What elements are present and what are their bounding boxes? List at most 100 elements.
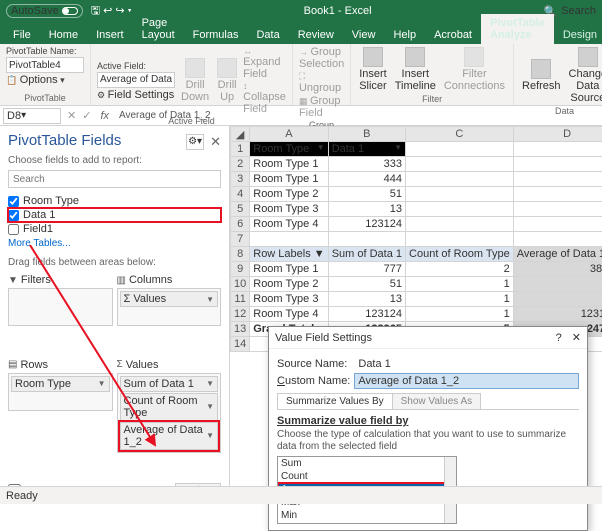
tab-show-values-as[interactable]: Show Values As — [392, 393, 482, 409]
change-data-source-button[interactable]: Change Data Source — [567, 46, 602, 105]
autosave-toggle[interactable]: AutoSave — [6, 4, 83, 18]
cell[interactable]: 123124 — [328, 307, 405, 322]
tab-view[interactable]: View — [343, 26, 385, 44]
pivot-header-cell[interactable]: Sum of Data 1 — [328, 247, 405, 262]
cell[interactable]: Room Type 3 — [250, 292, 328, 307]
list-option[interactable]: Min — [278, 509, 456, 522]
row-header[interactable]: 14 — [231, 337, 250, 352]
values-chip-count[interactable]: Count of Room Type▼ — [120, 393, 219, 421]
insert-slicer-button[interactable]: Insert Slicer — [357, 46, 389, 93]
values-area[interactable]: Sum of Data 1▼ Count of Room Type▼ Avera… — [117, 373, 222, 453]
cell[interactable]: Room Type 4 — [250, 307, 328, 322]
field-room-type[interactable]: Room Type — [8, 194, 221, 208]
enter-icon[interactable]: ✓ — [79, 109, 94, 122]
row-header[interactable]: 9 — [231, 262, 250, 277]
cell[interactable]: 333 — [328, 157, 405, 172]
list-option[interactable]: Count — [278, 470, 456, 483]
select-all-corner[interactable]: ◢ — [231, 127, 250, 142]
col-header-a[interactable]: A — [250, 127, 328, 142]
cell[interactable]: Room Type 2 — [250, 187, 328, 202]
cell[interactable]: 123124 — [513, 307, 602, 322]
fx-icon[interactable]: fx — [94, 110, 115, 122]
active-field-input[interactable] — [97, 72, 175, 88]
col-header-c[interactable]: C — [406, 127, 514, 142]
cell[interactable]: Room Type 1 — [250, 172, 328, 187]
cancel-icon[interactable]: ✕ — [64, 109, 79, 122]
formula-value[interactable]: Average of Data 1_2 — [115, 110, 602, 121]
row-header[interactable]: 2 — [231, 157, 250, 172]
pivot-header-cell[interactable]: Average of Data 1_2 — [513, 247, 602, 262]
row-header[interactable]: 1 — [231, 142, 250, 157]
cell[interactable]: Room Type 2 — [250, 277, 328, 292]
cell[interactable]: Room Type▼ — [250, 142, 328, 157]
row-header[interactable]: 12 — [231, 307, 250, 322]
tab-pivottable-analyze[interactable]: PivotTable Analyze — [481, 14, 554, 44]
row-header[interactable]: 4 — [231, 187, 250, 202]
tab-acrobat[interactable]: Acrobat — [425, 26, 481, 44]
cell[interactable]: 388.5 — [513, 262, 602, 277]
name-box[interactable]: D8 ▾ — [3, 108, 61, 124]
pane-tools-button[interactable]: ⚙▾ — [186, 134, 204, 150]
tab-file[interactable]: File — [4, 26, 40, 44]
field-settings-button[interactable]: ⚙ Field Settings — [97, 89, 175, 101]
tab-design[interactable]: Design — [554, 26, 602, 44]
cell[interactable]: 777 — [328, 262, 405, 277]
refresh-button[interactable]: Refresh — [520, 58, 563, 93]
row-header[interactable]: 7 — [231, 232, 250, 247]
cell[interactable]: 1 — [406, 292, 514, 307]
row-header[interactable]: 6 — [231, 217, 250, 232]
quick-access-toolbar[interactable]: 🖫 ↩ ↪ ▾ — [91, 2, 132, 21]
cell[interactable]: 51 — [328, 187, 405, 202]
field-search-input[interactable] — [8, 170, 221, 188]
tab-home[interactable]: Home — [40, 26, 87, 44]
tab-help[interactable]: Help — [384, 26, 425, 44]
cell[interactable]: Room Type 3 — [250, 202, 328, 217]
row-header[interactable]: 10 — [231, 277, 250, 292]
cell[interactable]: 444 — [328, 172, 405, 187]
list-option[interactable]: Product — [278, 522, 456, 524]
values-chip-average[interactable]: Average of Data 1_2▼ — [120, 422, 219, 450]
cell[interactable]: 1 — [406, 307, 514, 322]
pivot-header-cell[interactable]: Count of Room Type — [406, 247, 514, 262]
cell[interactable]: 123124 — [328, 217, 405, 232]
cell[interactable]: 1 — [406, 277, 514, 292]
cell[interactable]: 13 — [328, 202, 405, 217]
columns-area[interactable]: Σ Values▼ — [117, 288, 222, 326]
col-header-b[interactable]: B — [328, 127, 405, 142]
cell[interactable]: 51 — [513, 277, 602, 292]
cell[interactable]: 51 — [328, 277, 405, 292]
dialog-help-button[interactable]: ? — [556, 332, 562, 344]
tab-insert[interactable]: Insert — [87, 26, 133, 44]
pane-close-button[interactable]: ✕ — [210, 134, 221, 150]
tab-summarize-values-by[interactable]: Summarize Values By — [277, 393, 393, 409]
field-data-1[interactable]: Data 1 — [8, 208, 221, 222]
rows-chip[interactable]: Room Type▼ — [11, 376, 110, 392]
row-header[interactable]: 3 — [231, 172, 250, 187]
tab-data[interactable]: Data — [247, 26, 288, 44]
filters-area[interactable] — [8, 288, 113, 326]
row-header[interactable]: 11 — [231, 292, 250, 307]
tab-formulas[interactable]: Formulas — [184, 26, 248, 44]
columns-chip[interactable]: Σ Values▼ — [120, 291, 219, 307]
row-header[interactable]: 13 — [231, 322, 250, 337]
list-option[interactable]: Sum — [278, 457, 456, 470]
cell[interactable]: Room Type 4 — [250, 217, 328, 232]
cell[interactable]: Data 1▼ — [328, 142, 405, 157]
insert-timeline-button[interactable]: Insert Timeline — [393, 46, 438, 93]
row-header[interactable]: 5 — [231, 202, 250, 217]
row-header[interactable]: 8 — [231, 247, 250, 262]
cell[interactable]: 13 — [328, 292, 405, 307]
pivottable-name-input[interactable] — [6, 57, 84, 73]
custom-name-input[interactable] — [354, 373, 579, 389]
field-field1[interactable]: Field1 — [8, 222, 221, 236]
values-chip-sum[interactable]: Sum of Data 1▼ — [120, 376, 219, 392]
cell[interactable] — [406, 142, 514, 157]
cell[interactable]: Room Type 1 — [250, 157, 328, 172]
pivot-header-cell[interactable]: Row Labels ▼ — [250, 247, 328, 262]
options-button[interactable]: 📋 Options ▾ — [6, 74, 65, 86]
col-header-d[interactable]: D — [513, 127, 602, 142]
cell[interactable]: 2 — [406, 262, 514, 277]
tab-review[interactable]: Review — [289, 26, 343, 44]
cell[interactable]: Room Type 1 — [250, 262, 328, 277]
tab-page-layout[interactable]: Page Layout — [133, 14, 184, 44]
